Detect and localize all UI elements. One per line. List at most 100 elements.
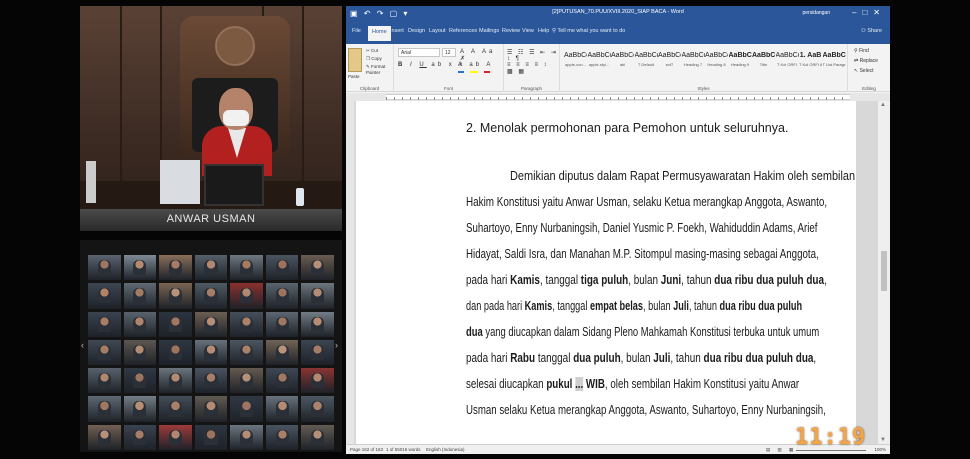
participant-tile[interactable] — [159, 311, 192, 337]
participant-tile[interactable] — [88, 255, 121, 281]
participant-tile[interactable] — [88, 311, 121, 337]
participant-tile[interactable] — [194, 283, 228, 309]
participant-tile[interactable] — [301, 339, 334, 366]
style-preset[interactable]: AaBbCcI Heading 7 — [682, 48, 705, 74]
tab-review[interactable]: Review — [502, 28, 520, 34]
style-preset[interactable]: AaBbCcDd ecf7 — [658, 48, 681, 74]
participant-tile[interactable] — [301, 283, 334, 309]
participant-tile[interactable] — [301, 396, 334, 422]
participant-tile[interactable] — [123, 424, 157, 450]
participant-tile[interactable] — [194, 396, 228, 422]
tab-references[interactable]: References — [449, 28, 477, 34]
text-format-buttons[interactable]: B I U ab x x — [398, 62, 465, 68]
participant-tile[interactable] — [88, 339, 121, 366]
font-name-select[interactable]: Arial — [398, 48, 440, 57]
style-preset[interactable]: AaBbCcI apple-con... — [564, 48, 587, 74]
participant-tile[interactable] — [123, 311, 157, 337]
participant-tile[interactable] — [194, 339, 228, 366]
participant-tile[interactable] — [88, 424, 121, 450]
cut-button[interactable]: ✂ Cut — [366, 48, 378, 54]
list-buttons[interactable]: ☰ ☷ ☰ ⇤ ⇥ ↕ ¶ — [507, 49, 559, 62]
scroll-down-icon[interactable]: ▼ — [880, 437, 886, 443]
paste-button[interactable]: Paste — [348, 74, 360, 79]
participant-tile[interactable] — [88, 368, 121, 394]
tab-insert[interactable]: Insert — [390, 28, 404, 34]
signed-in-user[interactable]: persidangan — [802, 10, 830, 16]
window-controls[interactable]: –□✕ — [852, 8, 886, 17]
tab-home[interactable]: Home — [368, 26, 391, 41]
participant-tile[interactable] — [194, 255, 228, 281]
view-mode-buttons[interactable]: ▤ ▥ ▦ — [766, 447, 796, 453]
participant-tile[interactable] — [265, 311, 299, 337]
style-preset[interactable]: AaBbCc T List Paragr... — [823, 48, 846, 74]
participant-tile[interactable] — [230, 339, 263, 366]
tab-help[interactable]: Help — [538, 28, 549, 34]
style-preset[interactable]: AaBbC Title — [752, 48, 775, 74]
tab-mailings[interactable]: Mailings — [479, 28, 499, 34]
page-count[interactable]: Page 162 of 163 — [350, 447, 383, 452]
select-button[interactable]: ↖ Select — [854, 68, 874, 74]
participant-tile[interactable] — [159, 283, 192, 309]
participant-tile[interactable] — [301, 368, 334, 394]
participant-tile[interactable] — [194, 368, 228, 394]
style-preset[interactable]: AaBbCcI T Default — [635, 48, 658, 74]
font-size-select[interactable]: 12 — [442, 48, 456, 57]
text-color-buttons[interactable]: A ab A — [458, 62, 493, 68]
participant-tile[interactable] — [159, 368, 192, 394]
participant-tile[interactable] — [265, 424, 299, 450]
paste-icon[interactable] — [348, 48, 362, 72]
participant-tile[interactable] — [230, 396, 263, 422]
tab-file[interactable]: File — [352, 28, 361, 34]
grid-prev-icon[interactable]: ‹ — [81, 340, 87, 352]
participant-tile[interactable] — [301, 311, 334, 337]
participant-tile[interactable] — [159, 396, 192, 422]
participant-tile[interactable] — [230, 255, 263, 281]
participant-tile[interactable] — [123, 255, 157, 281]
grid-next-icon[interactable]: › — [335, 340, 341, 352]
participant-tile[interactable] — [230, 283, 263, 309]
tell-me-search[interactable]: ⚲ Tell me what you want to do — [552, 28, 625, 34]
participant-tile[interactable] — [194, 424, 228, 450]
participant-tile[interactable] — [230, 311, 263, 337]
tab-layout[interactable]: Layout — [429, 28, 446, 34]
participant-tile[interactable] — [88, 396, 121, 422]
zoom-slider[interactable] — [796, 450, 866, 451]
style-preset[interactable]: AaBbCcI abi — [611, 48, 634, 74]
replace-button[interactable]: ⇄ Replace — [854, 58, 878, 64]
alignment-buttons[interactable]: ≡ ≡ ≡ ≡ ↕ ▩ ▦ — [507, 62, 559, 75]
participant-tile[interactable] — [301, 424, 334, 450]
participant-tile[interactable] — [230, 424, 263, 450]
scroll-up-icon[interactable]: ▲ — [880, 102, 886, 108]
participant-tile[interactable] — [88, 283, 121, 309]
tab-design[interactable]: Design — [408, 28, 425, 34]
copy-button[interactable]: ❐ Copy — [366, 56, 382, 62]
horizontal-ruler[interactable] — [346, 93, 890, 101]
participant-tile[interactable] — [230, 368, 263, 394]
participant-tile[interactable] — [159, 339, 192, 366]
tab-view[interactable]: View — [522, 28, 534, 34]
participant-tile[interactable] — [265, 283, 299, 309]
participant-tile[interactable] — [194, 311, 228, 337]
participant-tile[interactable] — [159, 424, 192, 450]
word-count[interactable]: 1 of 55016 words — [386, 447, 421, 452]
style-preset[interactable]: AaBbCcI apple-styl... — [588, 48, 611, 74]
format-painter-button[interactable]: ✎ Format Painter — [366, 64, 393, 75]
style-preset[interactable]: 1. AaB T Kol ORFI A — [799, 48, 822, 74]
participant-tile[interactable] — [159, 255, 192, 281]
style-preset[interactable]: AaBbCcI T Kol ORFI — [776, 48, 799, 74]
participant-tile[interactable] — [265, 339, 299, 366]
font-size-controls[interactable]: A A Aa ✗ — [460, 49, 503, 62]
language-indicator[interactable]: English (Indonesia) — [426, 447, 465, 452]
participant-tile[interactable] — [123, 396, 157, 422]
participant-tile[interactable] — [123, 283, 157, 309]
vertical-scrollbar[interactable]: ▲ ▼ — [878, 101, 890, 444]
participant-tile[interactable] — [265, 255, 299, 281]
document-page[interactable]: 2. Menolak permohonan para Pemohon untuk… — [356, 101, 856, 444]
find-button[interactable]: ⚲ Find — [854, 48, 869, 54]
participant-tile[interactable] — [301, 255, 334, 281]
style-preset[interactable]: AaBbCcI Heading 8 — [705, 48, 728, 74]
participant-tile[interactable] — [265, 368, 299, 394]
scroll-thumb[interactable] — [881, 251, 887, 291]
vertical-ruler[interactable] — [346, 101, 354, 444]
participant-tile[interactable] — [265, 396, 299, 422]
